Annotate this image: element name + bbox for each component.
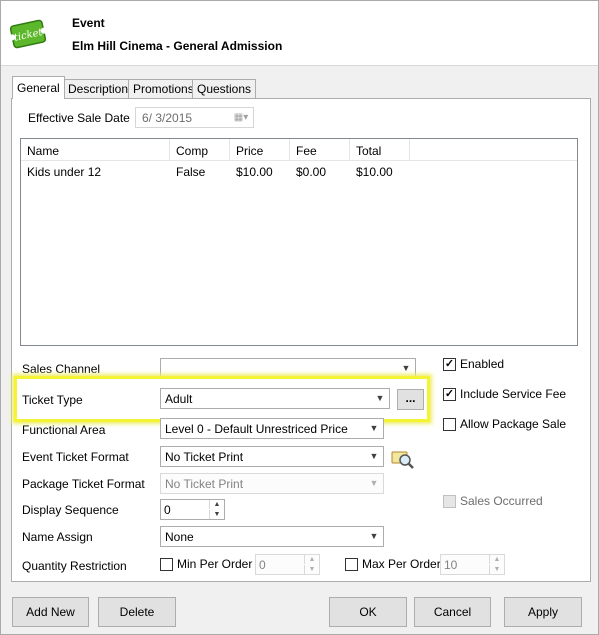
ok-button[interactable]: OK — [329, 597, 407, 627]
enabled-checkbox[interactable]: ✓ — [443, 358, 456, 371]
grid-cell-fee: $0.00 — [296, 165, 327, 179]
min-per-order-label: Min Per Order — [177, 557, 253, 571]
ticket-type-label: Ticket Type — [22, 393, 83, 407]
spin-down-icon[interactable]: ▼ — [209, 510, 224, 519]
functional-area-select[interactable]: Level 0 - Default Unrestriced Price ▼ — [160, 418, 384, 439]
grid-column-name[interactable]: Name — [21, 139, 170, 161]
effective-sale-date-value: 6/ 3/2015 — [142, 111, 193, 125]
spin-up-icon: ▲ — [304, 555, 319, 564]
grid-cell-price: $10.00 — [236, 165, 273, 179]
chevron-down-icon: ▼ — [401, 363, 411, 373]
quantity-restriction-label: Quantity Restriction — [22, 559, 127, 573]
price-grid[interactable]: Name Comp Price Fee Total Kids under 12 … — [20, 138, 578, 346]
package-ticket-format-value: No Ticket Print — [165, 477, 244, 491]
grid-column-total[interactable]: Total — [350, 139, 410, 161]
delete-button[interactable]: Delete — [98, 597, 176, 627]
chevron-down-icon: ▼ — [375, 393, 385, 403]
add-new-button[interactable]: Add New — [12, 597, 89, 627]
ticket-type-browse-button[interactable]: ... — [397, 389, 424, 410]
functional-area-label: Functional Area — [22, 423, 106, 437]
package-ticket-format-select: No Ticket Print ▼ — [160, 473, 384, 494]
dialog-subtitle: Elm Hill Cinema - General Admission — [72, 39, 283, 53]
spin-up-icon: ▲ — [489, 555, 504, 564]
grid-cell-total: $10.00 — [356, 165, 393, 179]
display-sequence-value: 0 — [164, 503, 171, 517]
display-sequence-stepper[interactable]: 0 ▲ ▼ — [160, 499, 225, 520]
event-ticket-format-select[interactable]: No Ticket Print ▼ — [160, 446, 384, 467]
ticket-type-select[interactable]: Adult ▼ — [160, 388, 390, 409]
sales-channel-label: Sales Channel — [22, 362, 101, 376]
name-assign-value: None — [165, 530, 194, 544]
grid-header: Name Comp Price Fee Total — [21, 139, 577, 161]
name-assign-select[interactable]: None ▼ — [160, 526, 384, 547]
tab-general[interactable]: General — [12, 76, 65, 99]
chevron-down-icon: ▼ — [369, 423, 379, 433]
chevron-down-icon: ▼ — [369, 478, 379, 488]
grid-cell-comp: False — [176, 165, 206, 179]
chevron-down-icon: ▼ — [369, 531, 379, 541]
calendar-dropdown-icon[interactable]: ▦▾ — [231, 110, 251, 125]
max-per-order-stepper: 10 ▲ ▼ — [440, 554, 505, 575]
spin-down-icon: ▼ — [304, 565, 319, 574]
sales-occurred-checkbox — [443, 495, 456, 508]
tab-promotions[interactable]: Promotions — [128, 79, 199, 98]
spin-up-icon[interactable]: ▲ — [209, 500, 224, 509]
allow-package-sale-label: Allow Package Sale — [460, 417, 567, 431]
tab-description[interactable]: Description — [63, 79, 134, 98]
ticket-format-preview-icon[interactable] — [391, 449, 415, 471]
functional-area-value: Level 0 - Default Unrestriced Price — [165, 422, 348, 436]
event-ticket-format-label: Event Ticket Format — [22, 450, 129, 464]
ticket-logo-icon: ticket — [9, 19, 47, 49]
name-assign-label: Name Assign — [22, 530, 93, 544]
min-per-order-stepper: 0 ▲ ▼ — [255, 554, 320, 575]
ticket-type-value: Adult — [165, 392, 193, 406]
min-per-order-checkbox[interactable] — [160, 558, 173, 571]
event-ticket-format-value: No Ticket Print — [165, 450, 244, 464]
enabled-label: Enabled — [460, 357, 505, 371]
grid-column-comp[interactable]: Comp — [170, 139, 230, 161]
tab-questions[interactable]: Questions — [192, 79, 257, 98]
min-per-order-value: 0 — [259, 558, 266, 572]
package-ticket-format-label: Package Ticket Format — [22, 477, 145, 491]
chevron-down-icon: ▼ — [369, 451, 379, 461]
max-per-order-value: 10 — [444, 558, 458, 572]
max-per-order-checkbox[interactable] — [345, 558, 358, 571]
effective-sale-date-label: Effective Sale Date — [28, 111, 130, 125]
dialog-header: ticket Event Elm Hill Cinema - General A… — [0, 0, 599, 66]
max-per-order-label: Max Per Order — [362, 557, 441, 571]
include-service-fee-checkbox[interactable]: ✓ — [443, 388, 456, 401]
grid-column-price[interactable]: Price — [230, 139, 290, 161]
allow-package-sale-checkbox[interactable] — [443, 418, 456, 431]
dialog-title: Event — [72, 16, 105, 30]
grid-cell-name: Kids under 12 — [27, 165, 102, 179]
grid-column-fee[interactable]: Fee — [290, 139, 350, 161]
cancel-button[interactable]: Cancel — [414, 597, 491, 627]
spin-down-icon: ▼ — [489, 565, 504, 574]
effective-sale-date-picker[interactable]: 6/ 3/2015 ▦▾ — [135, 107, 254, 128]
display-sequence-label: Display Sequence — [22, 503, 119, 517]
sales-occurred-label: Sales Occurred — [460, 494, 543, 508]
apply-button[interactable]: Apply — [504, 597, 582, 627]
include-service-fee-label: Include Service Fee — [460, 387, 567, 401]
